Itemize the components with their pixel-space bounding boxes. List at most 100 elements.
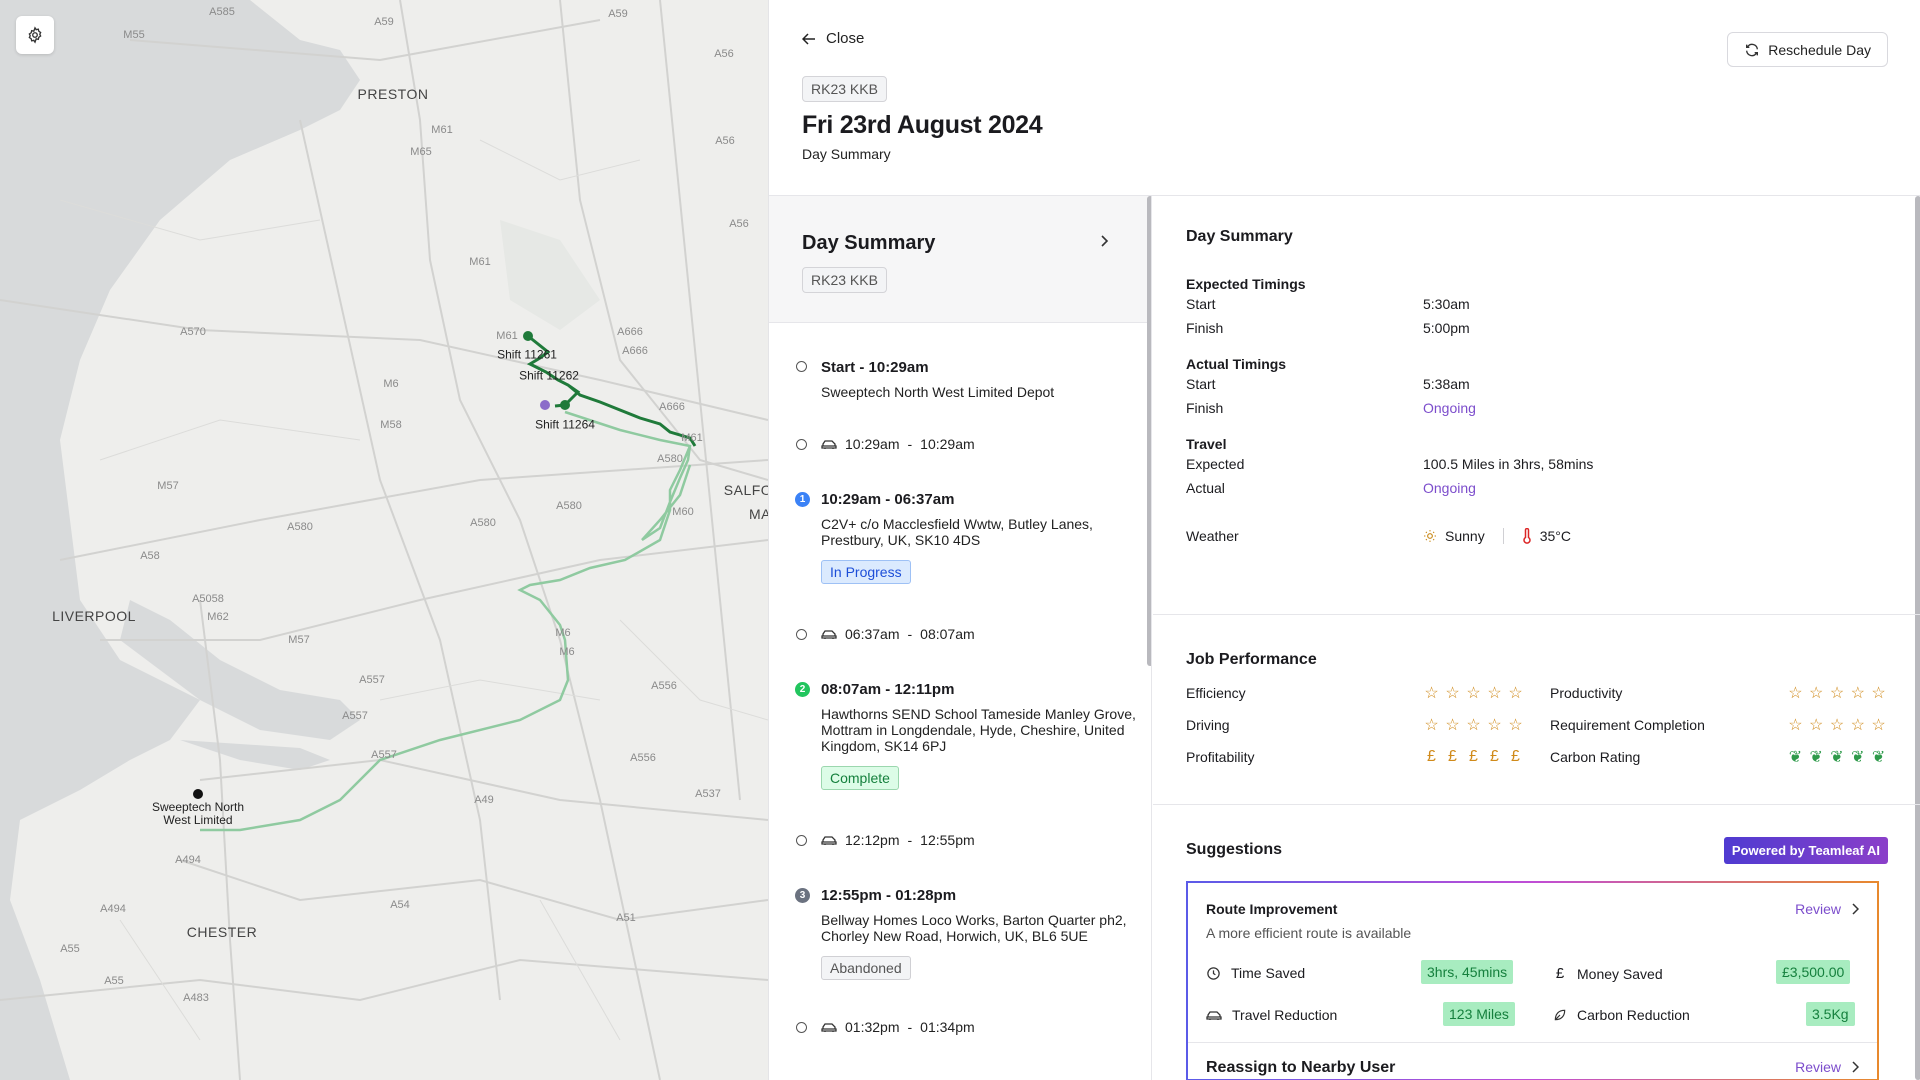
metric-label: Money Saved xyxy=(1577,965,1663,982)
review-link[interactable]: Review xyxy=(1795,1059,1859,1075)
road-label: A570 xyxy=(180,326,206,338)
road-label: A557 xyxy=(342,710,368,722)
pound-icon: £ xyxy=(1555,965,1565,982)
road-label: M6 xyxy=(555,627,571,639)
page-subtitle: Day Summary xyxy=(802,146,891,162)
timeline-address: Sweeptech North West Limited Depot xyxy=(821,384,1055,400)
star-icon: ☆ xyxy=(1508,685,1523,702)
road-label: A5058 xyxy=(192,593,224,605)
weather-row: Weather Sunny 35°C xyxy=(1186,524,1920,548)
weather-temp: 35°C xyxy=(1539,528,1571,544)
performance-label: Productivity xyxy=(1550,685,1623,701)
timeline-travel[interactable]: 01:32pm -01:34pm xyxy=(796,1019,1136,1035)
star-icon: ☆ xyxy=(1829,717,1845,734)
city-label: CHESTER xyxy=(186,924,258,940)
road-label: A666 xyxy=(617,326,643,338)
timeline-job[interactable]: 1 10:29am - 06:37am C2V+ c/o Macclesfiel… xyxy=(795,491,1136,584)
travel-from: 10:29am xyxy=(845,436,900,452)
details-column[interactable]: Day Summary Expected Timings Start 5:30am… xyxy=(1153,196,1920,1080)
star-icon: ☆ xyxy=(1788,717,1803,734)
metric-value: 3hrs, 45mins xyxy=(1421,960,1514,984)
road-label: A59 xyxy=(374,16,394,28)
city-label: SALFO xyxy=(723,482,768,498)
kv-value: Ongoing xyxy=(1423,400,1476,416)
job-performance-section: Job Performance Efficiency ☆ ☆ ☆ ☆ ☆ Productiv… xyxy=(1153,615,1920,805)
road-label: A54 xyxy=(390,899,410,911)
travel-to: 01:34pm xyxy=(920,1019,975,1035)
timeline-travel[interactable]: 10:29am -10:29am xyxy=(796,436,1136,452)
purple-marker xyxy=(540,400,550,410)
timeline-summary[interactable]: Day Summary RK23 KKB xyxy=(769,196,1151,323)
suggestion-description: A more efficient route is available xyxy=(1206,925,1412,941)
depot-label[interactable]: Sweeptech North West Limited xyxy=(143,801,253,827)
kv-row: Finish 5:00pm xyxy=(1186,316,1920,340)
ai-badge: Powered by Teamleaf AI xyxy=(1723,837,1888,864)
timeline-title: 12:55pm - 01:28pm xyxy=(821,887,957,904)
shift-label[interactable]: Shift 11264 xyxy=(535,418,595,432)
performance-rating: ☆ ☆ ☆ ☆ ☆ xyxy=(1423,683,1550,703)
road-label: A557 xyxy=(359,674,385,686)
star-icon: ☆ xyxy=(1809,685,1824,702)
reschedule-day-button[interactable]: Reschedule Day xyxy=(1727,32,1888,67)
city-label: PRESTON xyxy=(357,86,429,102)
kv-value: Ongoing xyxy=(1423,480,1476,496)
suggestion-title: Route Improvement xyxy=(1206,901,1338,917)
road-label: M57 xyxy=(157,480,179,492)
refresh-icon xyxy=(1746,43,1759,56)
road-label: A56 xyxy=(729,218,749,230)
road-label: A556 xyxy=(630,752,656,764)
shift-label[interactable]: Shift 11261 xyxy=(497,348,557,362)
travel-to: 12:55pm xyxy=(920,832,975,848)
timeline-scrollbar[interactable] xyxy=(1147,196,1151,666)
timeline[interactable]: Day Summary RK23 KKB Start - 10:29am Swe… xyxy=(769,196,1152,1080)
star-icon: ☆ xyxy=(1445,717,1460,734)
star-icon: ☆ xyxy=(1487,717,1502,734)
road-label: M61 xyxy=(431,124,453,136)
kv-row: Finish Ongoing xyxy=(1186,396,1920,420)
timeline-job[interactable]: 2 08:07am - 12:11pm Hawthorns SEND Schoo… xyxy=(795,681,1136,790)
road-label: A51 xyxy=(616,912,636,924)
star-icon: ☆ xyxy=(1466,717,1481,734)
performance-label: Efficiency xyxy=(1186,685,1246,701)
road-label: M61 xyxy=(469,256,491,268)
section-title: Day Summary xyxy=(1186,228,1293,245)
road-label: M6 xyxy=(383,378,399,390)
shift-marker xyxy=(523,331,533,341)
group-title: Expected Timings xyxy=(1186,276,1306,292)
timeline-plate: RK23 KKB xyxy=(802,267,887,293)
road-label: A666 xyxy=(659,401,685,413)
group-title: Travel xyxy=(1186,436,1227,452)
thermometer-icon xyxy=(1522,528,1531,544)
star-icon: ☆ xyxy=(1445,685,1460,702)
city-label: LIVERPOOL xyxy=(52,608,136,624)
timeline-item[interactable]: Start - 10:29am Sweeptech North West Lim… xyxy=(796,359,1136,400)
review-label: Review xyxy=(1795,901,1841,917)
metric-money-saved: £ Money Saved xyxy=(1553,965,1663,982)
timeline-job[interactable]: 3 12:55pm - 01:28pm Bellway Homes Loco W… xyxy=(795,887,1136,980)
road-label: M58 xyxy=(380,419,402,431)
road-label: A59 xyxy=(608,8,628,20)
group-title: Actual Timings xyxy=(1186,356,1287,372)
map-settings-button[interactable] xyxy=(16,16,54,54)
pound-icon: £ xyxy=(1490,748,1499,765)
road-label: A49 xyxy=(474,794,494,806)
shift-label[interactable]: Shift 11262 xyxy=(519,369,579,383)
star-icon: ☆ xyxy=(1871,717,1886,734)
map-view[interactable]: A585 M55 A59 A59 A56 M61 M65 A56 A56 M61… xyxy=(0,0,768,1080)
city-label: MA xyxy=(749,506,768,522)
route-improvement-card[interactable]: Route Improvement Review A more efficien… xyxy=(1186,881,1879,1080)
road-label: A494 xyxy=(100,903,126,915)
chevron-right-icon[interactable] xyxy=(1099,234,1109,248)
day-summary-section: Day Summary Expected Timings Start 5:30am… xyxy=(1153,196,1920,615)
review-link[interactable]: Review xyxy=(1795,901,1859,917)
section-title: Job Performance xyxy=(1186,651,1317,668)
road-label: A580 xyxy=(657,453,683,465)
timeline-address: Hawthorns SEND School Tameside Manley Gr… xyxy=(821,706,1136,754)
timeline-travel[interactable]: 06:37am -08:07am xyxy=(796,626,1136,642)
chevron-right-icon xyxy=(1852,903,1859,915)
close-button[interactable]: Close xyxy=(802,30,864,47)
kv-label: Weather xyxy=(1186,528,1239,544)
timeline-travel[interactable]: 12:12pm -12:55pm xyxy=(796,832,1136,848)
close-label: Close xyxy=(826,30,865,47)
leaf-icon: ❦ xyxy=(1788,749,1803,766)
